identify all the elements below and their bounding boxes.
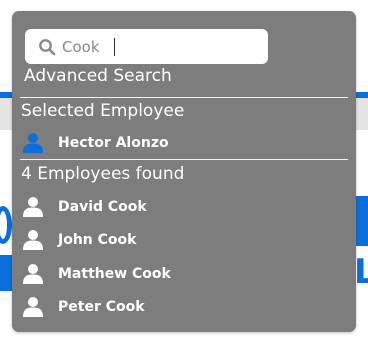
employee-result-name: Peter Cook [58, 299, 145, 315]
background-blue-stem-left [0, 255, 12, 291]
employee-result-name: Matthew Cook [58, 266, 171, 282]
employee-result-row[interactable]: John Cook [21, 227, 136, 253]
user-icon [23, 133, 43, 153]
search-box[interactable] [25, 29, 268, 64]
divider-middle [20, 159, 348, 160]
search-input[interactable] [62, 29, 258, 64]
text-caret [114, 38, 115, 56]
selected-employee-name: Hector Alonzo [58, 135, 169, 151]
employee-result-row[interactable]: Matthew Cook [21, 261, 171, 287]
employee-result-row[interactable]: Peter Cook [21, 294, 145, 320]
user-icon [23, 197, 43, 217]
background-blue-letter-right: L [354, 252, 368, 292]
background-blue-shape-left [0, 206, 12, 244]
employee-search-dropdown: Advanced Search Selected Employee Hector… [12, 11, 356, 332]
divider-top [20, 97, 348, 98]
employee-result-name: David Cook [58, 199, 147, 215]
employee-result-row[interactable]: David Cook [21, 194, 147, 220]
results-count-heading: 4 Employees found [21, 164, 185, 184]
selected-employee-heading: Selected Employee [21, 101, 185, 121]
advanced-search-link[interactable]: Advanced Search [24, 66, 172, 86]
user-icon [23, 297, 43, 317]
user-icon [23, 230, 43, 250]
user-icon [23, 264, 43, 284]
search-icon [39, 39, 56, 56]
employee-result-name: John Cook [58, 232, 137, 248]
selected-employee-row[interactable]: Hector Alonzo [21, 130, 169, 156]
